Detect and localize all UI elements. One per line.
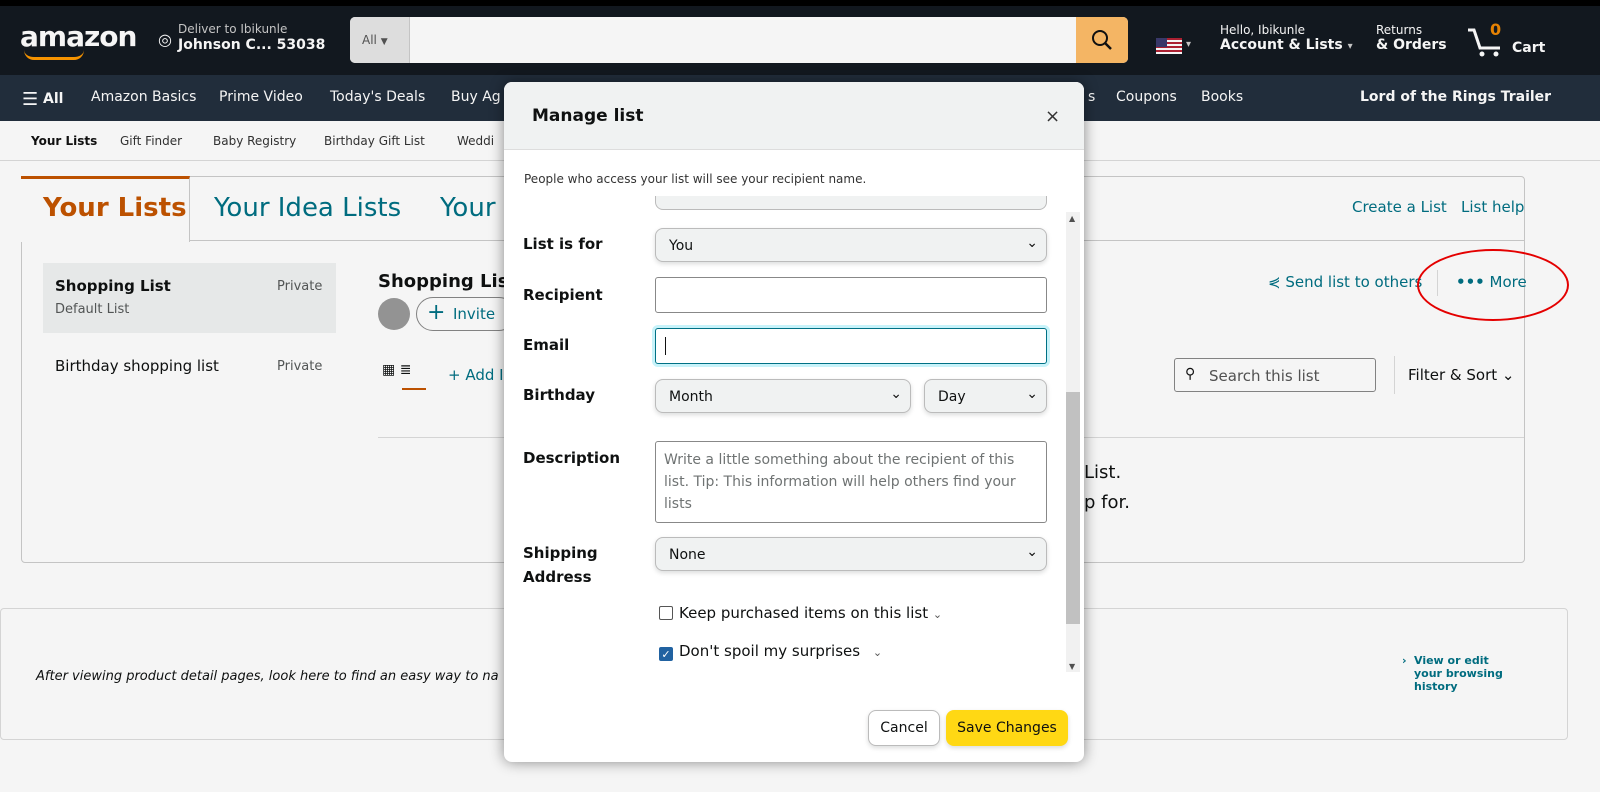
dialog-title: Manage list <box>532 106 644 126</box>
shipping-label: Shipping <box>523 544 598 562</box>
dialog-scrollbar-thumb[interactable] <box>1066 392 1080 624</box>
cancel-button[interactable]: Cancel <box>868 710 940 746</box>
chevron-down-icon: ⌄ <box>1026 386 1038 402</box>
chevron-down-icon[interactable]: ⌄ <box>873 646 882 659</box>
scroll-up-arrow-icon[interactable]: ▲ <box>1069 214 1075 223</box>
chevron-down-icon: ⌄ <box>890 386 902 402</box>
manage-list-dialog: Manage list × People who access your lis… <box>504 82 1084 762</box>
email-label: Email <box>523 336 570 354</box>
dont-spoil-label: Don't spoil my surprises <box>679 642 861 660</box>
chevron-down-icon: ⌄ <box>1026 235 1038 251</box>
dont-spoil-checkbox[interactable]: ✓ Don't spoil my surprises ⌄ <box>659 642 882 661</box>
recipient-input[interactable] <box>655 277 1047 313</box>
recipient-label: Recipient <box>523 286 603 304</box>
close-icon[interactable]: × <box>1045 106 1060 127</box>
list-name-field-partial[interactable] <box>655 196 1047 210</box>
birthday-month-select[interactable]: Month ⌄ <box>655 379 911 413</box>
recipient-note: People who access your list will see you… <box>524 172 867 186</box>
description-label: Description <box>523 449 621 467</box>
month-value: Month <box>669 389 713 405</box>
save-changes-button[interactable]: Save Changes <box>946 710 1068 746</box>
keep-purchased-label: Keep purchased items on this list <box>679 604 929 622</box>
chevron-down-icon[interactable]: ⌄ <box>933 608 942 621</box>
shipping-address-select[interactable]: None ⌄ <box>655 537 1047 571</box>
address-label: Address <box>523 568 592 586</box>
scroll-down-arrow-icon[interactable]: ▼ <box>1069 662 1075 671</box>
birthday-label: Birthday <box>523 386 595 404</box>
list-is-for-label: List is for <box>523 235 603 253</box>
list-is-for-select[interactable]: You ⌄ <box>655 228 1047 262</box>
birthday-day-select[interactable]: Day ⌄ <box>924 379 1047 413</box>
checkbox-checked[interactable]: ✓ <box>659 647 673 661</box>
day-value: Day <box>938 389 966 405</box>
email-field[interactable] <box>655 328 1047 364</box>
chevron-down-icon: ⌄ <box>1026 544 1038 560</box>
text-caret <box>665 337 666 355</box>
dialog-header: Manage list × <box>504 82 1084 150</box>
description-textarea[interactable]: Write a little something about the recip… <box>655 441 1047 523</box>
shipping-value: None <box>669 547 706 563</box>
keep-purchased-checkbox[interactable]: Keep purchased items on this list ⌄ <box>659 604 942 622</box>
checkbox-unchecked[interactable] <box>659 606 673 620</box>
list-is-for-value: You <box>669 238 694 254</box>
